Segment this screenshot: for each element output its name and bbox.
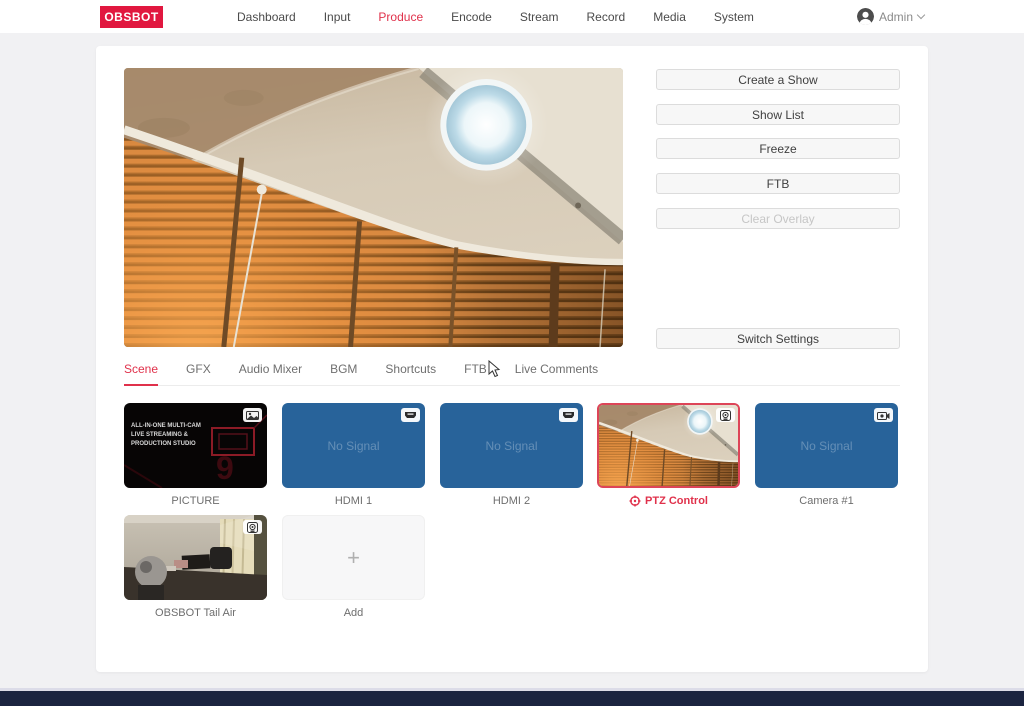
tile-label-hdmi2: HDMI 2 <box>440 495 583 507</box>
tile-label-add: Add <box>282 607 425 619</box>
ptz-control-button[interactable]: PTZ Control <box>597 495 740 507</box>
ptz-camera-icon <box>716 408 735 422</box>
svg-text:ALL-IN-ONE MULTI-CAM: ALL-IN-ONE MULTI-CAM <box>131 423 201 429</box>
produce-tabs: Scene GFX Audio Mixer BGM Shortcuts FTB … <box>124 362 900 386</box>
svg-text:9: 9 <box>216 450 234 486</box>
no-signal-text: No Signal <box>327 439 379 453</box>
scene-tile-ptz-control[interactable] <box>597 403 740 488</box>
nav-item-produce[interactable]: Produce <box>378 10 423 24</box>
freeze-button[interactable]: Freeze <box>656 138 900 159</box>
user-name: Admin <box>879 10 913 24</box>
user-menu[interactable]: Admin <box>857 0 924 33</box>
ptz-target-icon <box>629 495 641 507</box>
tile-label-tailair: OBSBOT Tail Air <box>124 607 267 619</box>
scene-cell-add: + Add <box>282 515 425 619</box>
scene-tile-picture[interactable]: 9 ALL-IN-ONE MULTI-CAM LIVE STREAMING & … <box>124 403 267 488</box>
chevron-down-icon <box>917 10 925 18</box>
tab-gfx[interactable]: GFX <box>186 362 211 385</box>
scene-tile-tailair[interactable] <box>124 515 267 600</box>
add-scene-button[interactable]: + <box>282 515 425 600</box>
image-icon <box>243 408 262 422</box>
ftb-button[interactable]: FTB <box>656 173 900 194</box>
tab-shortcuts[interactable]: Shortcuts <box>385 362 436 385</box>
scene-tile-camera1[interactable]: No Signal <box>755 403 898 488</box>
tile-label-picture: PICTURE <box>124 495 267 507</box>
ptz-control-label: PTZ Control <box>645 495 708 507</box>
tab-live-comments[interactable]: Live Comments <box>515 362 598 385</box>
show-list-button[interactable]: Show List <box>656 104 900 125</box>
no-signal-text: No Signal <box>485 439 537 453</box>
main-nav: Dashboard Input Produce Encode Stream Re… <box>237 0 754 33</box>
scene-cell-ptz: PTZ Control <box>597 403 740 507</box>
hdmi-icon <box>559 408 578 422</box>
tile-label-hdmi1: HDMI 1 <box>282 495 425 507</box>
scene-cell-hdmi2: No Signal HDMI 2 <box>440 403 583 507</box>
no-signal-text: No Signal <box>800 439 852 453</box>
scene-cell-picture: 9 ALL-IN-ONE MULTI-CAM LIVE STREAMING & … <box>124 403 267 507</box>
tab-ftb[interactable]: FTB <box>464 362 487 385</box>
nav-item-stream[interactable]: Stream <box>520 10 559 24</box>
scene-tile-hdmi1[interactable]: No Signal <box>282 403 425 488</box>
footer-bar <box>0 691 1024 706</box>
clear-overlay-button: Clear Overlay <box>656 208 900 229</box>
avatar-icon <box>857 8 874 25</box>
scene-cell-hdmi1: No Signal HDMI 1 <box>282 403 425 507</box>
tab-bgm[interactable]: BGM <box>330 362 357 385</box>
tab-scene[interactable]: Scene <box>124 362 158 386</box>
plus-icon: + <box>347 545 360 571</box>
app-header: OBSBOT Dashboard Input Produce Encode St… <box>0 0 1024 33</box>
scene-cell-camera1: No Signal Camera #1 <box>755 403 898 507</box>
svg-text:PRODUCTION STUDIO: PRODUCTION STUDIO <box>131 441 196 447</box>
nav-item-dashboard[interactable]: Dashboard <box>237 10 296 24</box>
create-show-button[interactable]: Create a Show <box>656 69 900 90</box>
nav-item-input[interactable]: Input <box>324 10 351 24</box>
nav-item-media[interactable]: Media <box>653 10 686 24</box>
nav-item-system[interactable]: System <box>714 10 754 24</box>
camera-icon <box>874 408 893 422</box>
scene-cell-tailair: OBSBOT Tail Air <box>124 515 267 619</box>
scene-tile-hdmi2[interactable]: No Signal <box>440 403 583 488</box>
tile-label-camera1: Camera #1 <box>755 495 898 507</box>
tab-audio-mixer[interactable]: Audio Mixer <box>239 362 302 385</box>
nav-item-record[interactable]: Record <box>587 10 626 24</box>
program-video <box>124 68 623 347</box>
mouse-cursor <box>488 360 502 378</box>
svg-text:LIVE STREAMING &: LIVE STREAMING & <box>131 432 189 438</box>
ptz-camera-icon <box>243 520 262 534</box>
obsbot-produce-page: OBSBOT Dashboard Input Produce Encode St… <box>0 0 1024 706</box>
switch-settings-button[interactable]: Switch Settings <box>656 328 900 349</box>
nav-item-encode[interactable]: Encode <box>451 10 492 24</box>
obsbot-logo[interactable]: OBSBOT <box>100 6 163 28</box>
hdmi-icon <box>401 408 420 422</box>
program-preview <box>124 68 623 347</box>
